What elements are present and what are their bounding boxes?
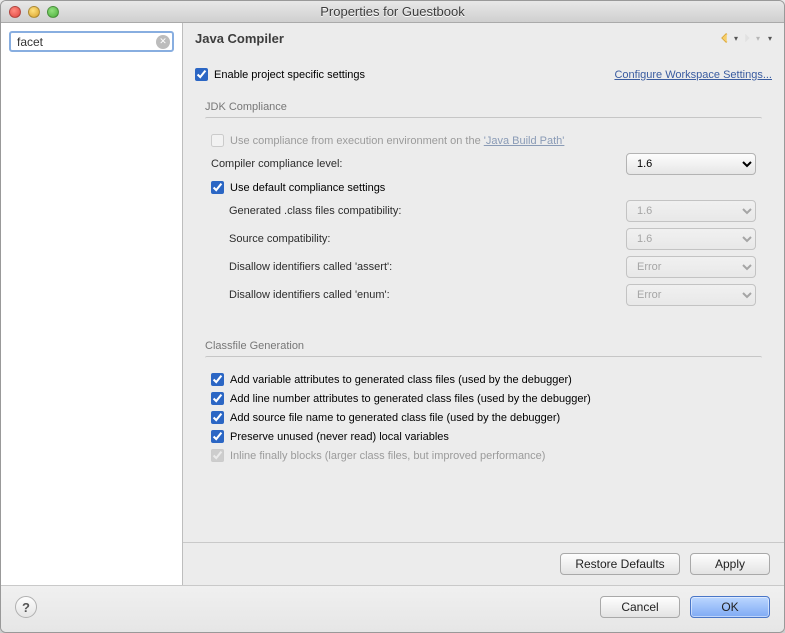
jdk-compliance-title: JDK Compliance (205, 101, 762, 117)
enable-project-specific-label: Enable project specific settings (214, 69, 365, 81)
add-source-file-label: Add source file name to generated class … (230, 412, 560, 424)
clear-search-icon[interactable]: ✕ (156, 35, 170, 49)
inline-finally-label: Inline finally blocks (larger class file… (230, 450, 545, 462)
forward-icon (740, 31, 754, 45)
use-default-compliance-label: Use default compliance settings (230, 182, 385, 194)
generated-compat-label: Generated .class files compatibility: (211, 205, 401, 217)
restore-defaults-button[interactable]: Restore Defaults (560, 553, 680, 575)
configure-workspace-link[interactable]: Configure Workspace Settings... (614, 69, 772, 81)
compliance-level-select[interactable]: 1.6 (626, 153, 756, 175)
add-source-file-checkbox[interactable] (211, 411, 224, 424)
back-menu-icon[interactable]: ▾ (734, 34, 738, 43)
page-title: Java Compiler (195, 31, 284, 46)
sidebar: ✕ (1, 23, 183, 585)
apply-button[interactable]: Apply (690, 553, 770, 575)
classfile-title: Classfile Generation (205, 340, 762, 356)
view-menu-icon[interactable]: ▾ (768, 34, 772, 43)
help-icon[interactable]: ? (15, 596, 37, 618)
inline-finally-checkbox (211, 449, 224, 462)
preserve-unused-label: Preserve unused (never read) local varia… (230, 431, 449, 443)
use-exec-env-label: Use compliance from execution environmen… (230, 135, 564, 147)
use-default-compliance-checkbox[interactable] (211, 181, 224, 194)
add-variable-checkbox[interactable] (211, 373, 224, 386)
ok-button[interactable]: OK (690, 596, 770, 618)
add-line-number-label: Add line number attributes to generated … (230, 393, 591, 405)
compliance-level-label: Compiler compliance level: (211, 158, 342, 170)
enable-project-specific[interactable]: Enable project specific settings (195, 68, 365, 81)
source-compat-select: 1.6 (626, 228, 756, 250)
titlebar: Properties for Guestbook (1, 1, 784, 23)
source-compat-label: Source compatibility: (211, 233, 331, 245)
filter-input[interactable] (9, 31, 174, 52)
use-exec-env-checkbox (211, 134, 224, 147)
preserve-unused-checkbox[interactable] (211, 430, 224, 443)
generated-compat-select: 1.6 (626, 200, 756, 222)
java-build-path-link[interactable]: 'Java Build Path' (484, 135, 565, 147)
back-icon[interactable] (718, 31, 732, 45)
cancel-button[interactable]: Cancel (600, 596, 680, 618)
disallow-assert-label: Disallow identifiers called 'assert': (211, 261, 392, 273)
properties-dialog: Properties for Guestbook ✕ Java Compiler… (0, 0, 785, 633)
disallow-assert-select: Error (626, 256, 756, 278)
window-title: Properties for Guestbook (1, 4, 784, 19)
add-line-number-checkbox[interactable] (211, 392, 224, 405)
forward-menu-icon: ▾ (756, 34, 760, 43)
enable-project-specific-checkbox[interactable] (195, 68, 208, 81)
add-variable-label: Add variable attributes to generated cla… (230, 374, 572, 386)
disallow-enum-select: Error (626, 284, 756, 306)
disallow-enum-label: Disallow identifiers called 'enum': (211, 289, 390, 301)
